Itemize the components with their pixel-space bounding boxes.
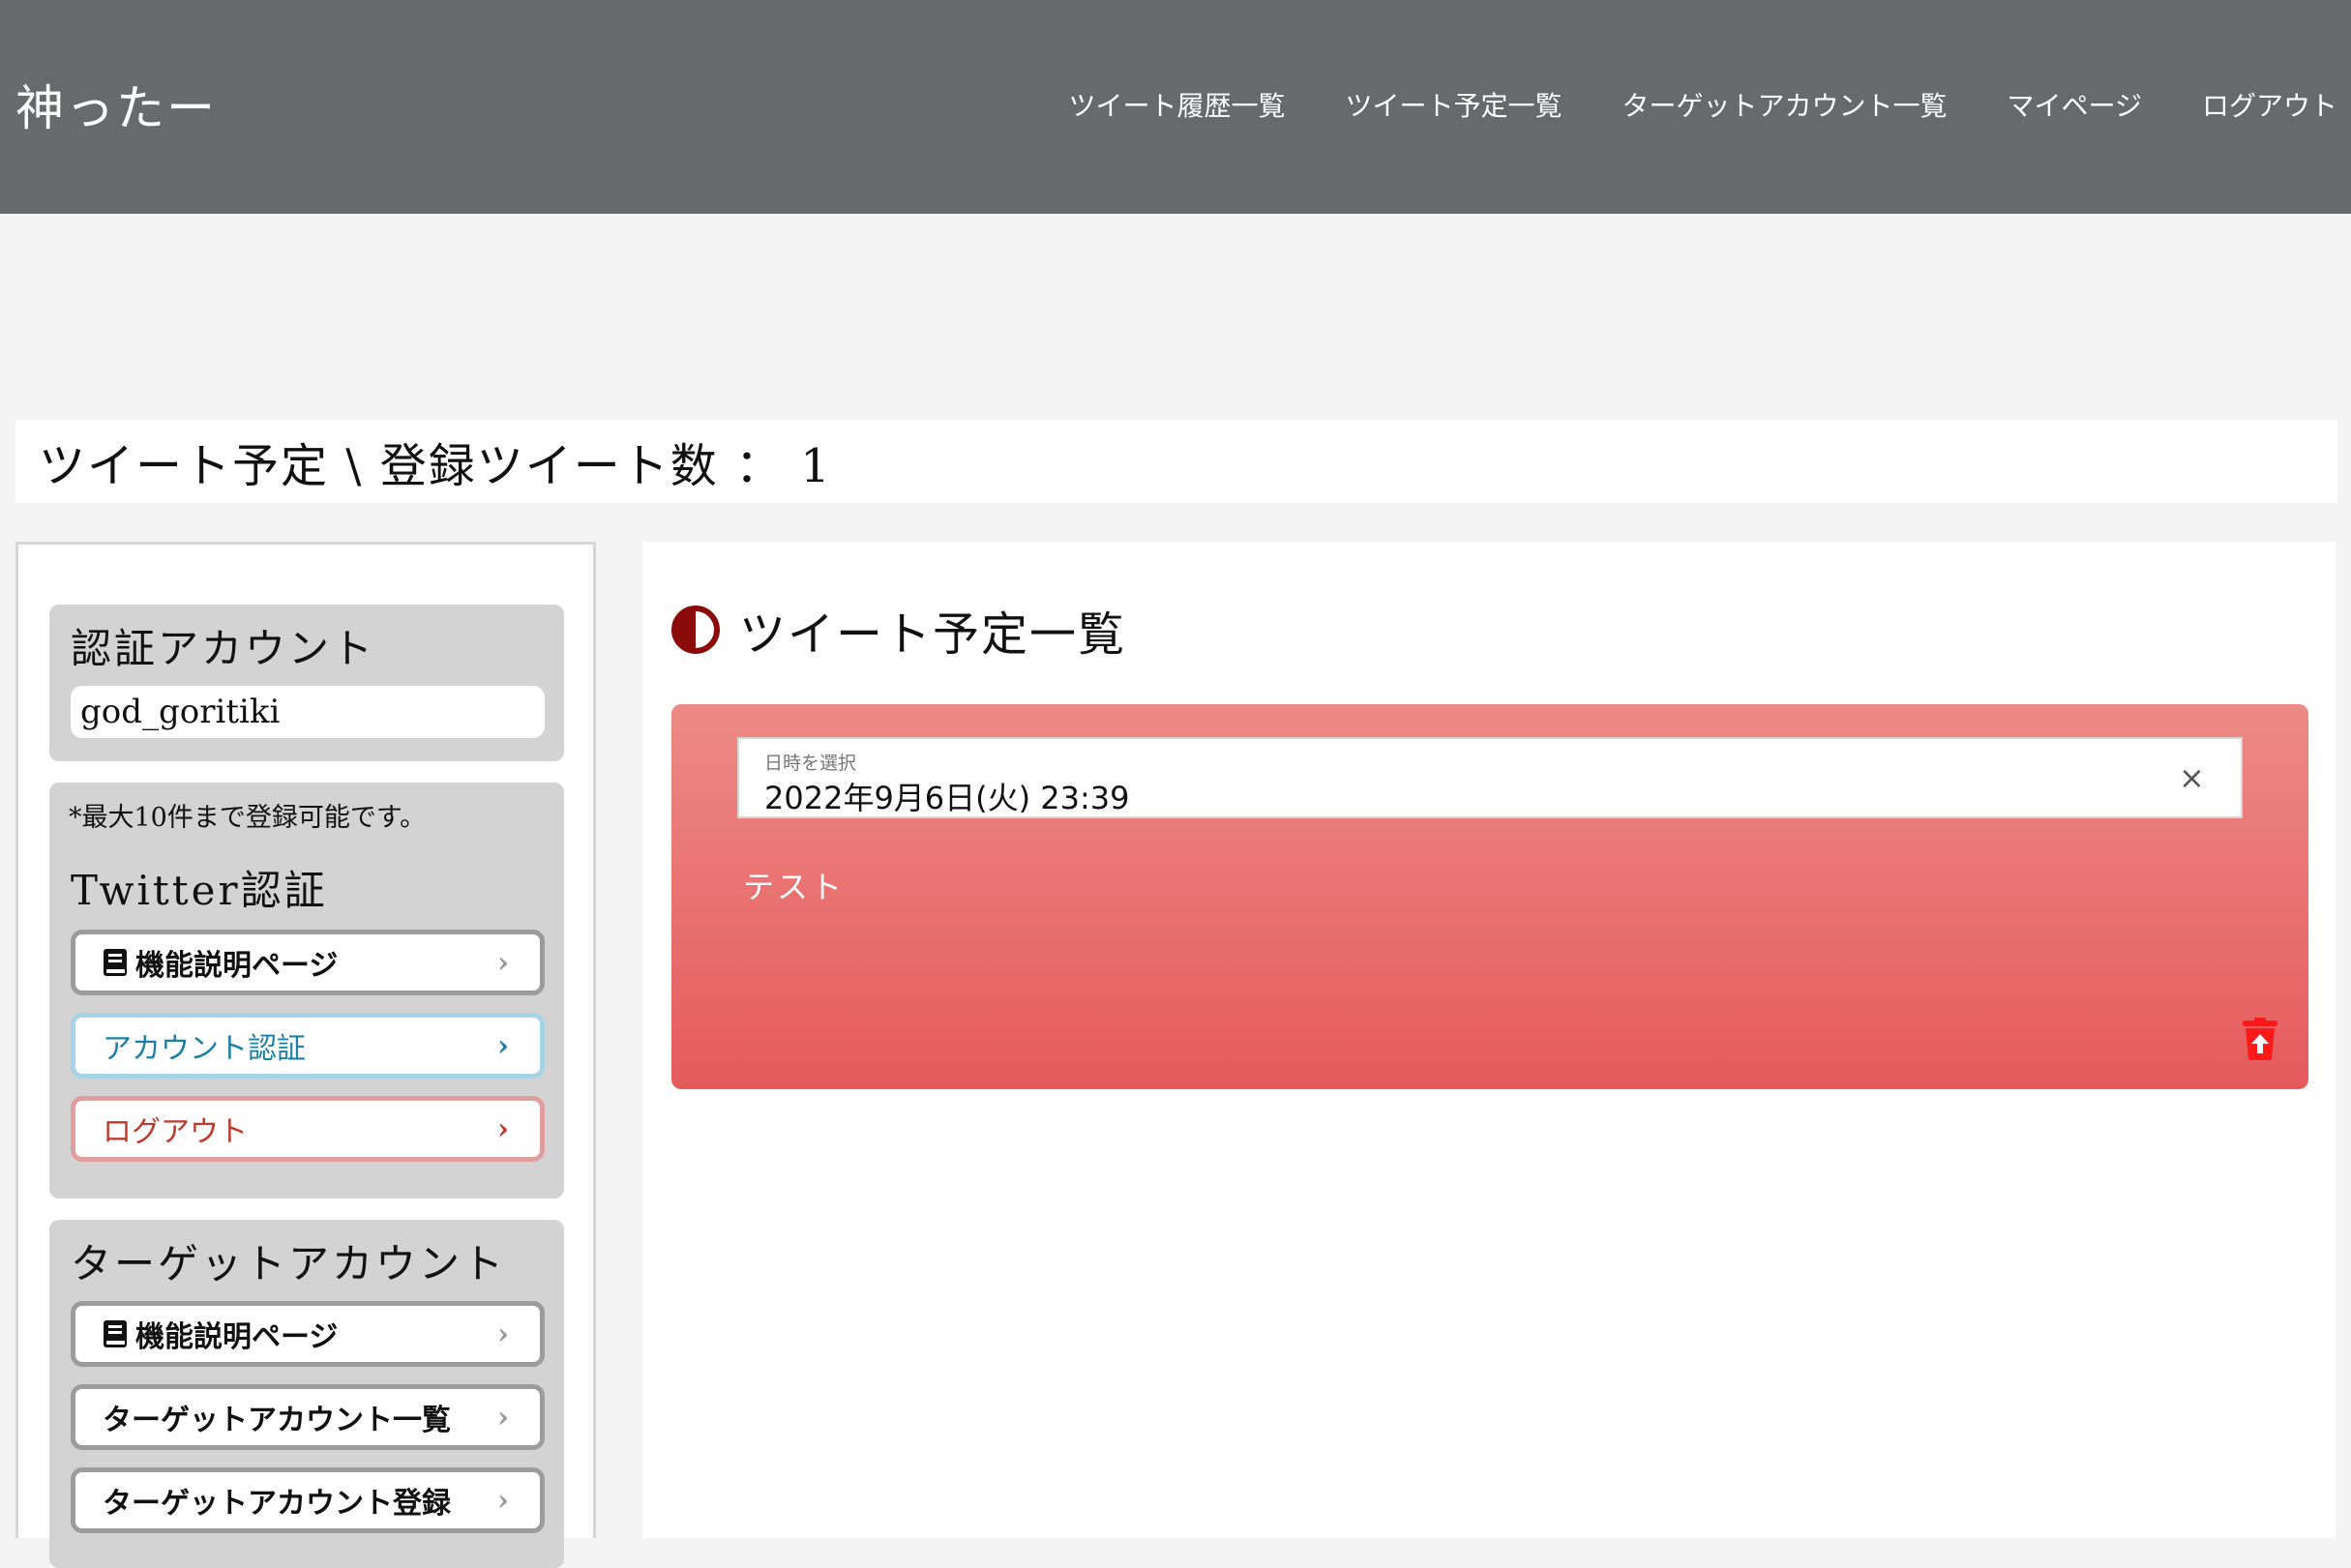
top-navbar: 神ったー ツイート履歴一覧 ツイート予定一覧 ターゲットアカウント一覧 マイペー… xyxy=(0,0,2351,214)
chevron-right-icon: › xyxy=(497,1317,509,1351)
chevron-right-icon: › xyxy=(497,1483,509,1518)
target-account-register-button[interactable]: ターゲットアカウント登録 › xyxy=(71,1467,545,1533)
trash-restore-icon[interactable] xyxy=(2241,1018,2279,1060)
feature-guide-button[interactable]: 機能説明ページ › xyxy=(71,930,545,995)
section-title: ツイート予定一覧 xyxy=(739,607,1127,662)
datetime-label: 日時を選択 xyxy=(764,753,857,774)
twitter-logout-label: ログアウト xyxy=(103,1115,248,1149)
datetime-value: 2022年9月6日(火) 23:39 xyxy=(764,780,1130,816)
scheduled-tweet-card: 日時を選択 2022年9月6日(火) 23:39 × テスト xyxy=(671,704,2308,1089)
auth-account-name: god_goritiki xyxy=(71,686,545,738)
book-icon xyxy=(104,1320,127,1347)
account-auth-label: アカウント認証 xyxy=(103,1032,306,1066)
nav-logout[interactable]: ログアウト xyxy=(2202,85,2337,124)
half-circle-icon xyxy=(671,606,720,654)
chevron-right-icon: › xyxy=(497,945,509,980)
tweet-text: テスト xyxy=(743,869,846,905)
section-header: ツイート予定一覧 xyxy=(671,596,1126,664)
limit-note: *最大10件まで登録可能です。 xyxy=(69,803,427,833)
nav-tweet-history[interactable]: ツイート履歴一覧 xyxy=(1068,85,1285,124)
account-auth-button[interactable]: アカウント認証 › xyxy=(71,1013,545,1079)
page-title: ツイート予定 \ 登録ツイート数 ： 1 xyxy=(39,439,832,493)
chevron-right-icon: › xyxy=(497,1400,509,1435)
twitter-logout-button[interactable]: ログアウト › xyxy=(71,1096,545,1162)
nav-my-page[interactable]: マイページ xyxy=(2008,85,2142,124)
target-account-panel: ターゲットアカウント 機能説明ページ › ターゲットアカウント一覧 › ターゲッ… xyxy=(49,1220,564,1568)
target-account-heading: ターゲットアカウント xyxy=(71,1240,507,1287)
target-account-register-label: ターゲットアカウント登録 xyxy=(103,1487,451,1521)
main-nav: ツイート履歴一覧 ツイート予定一覧 ターゲットアカウント一覧 マイページ ログア… xyxy=(1008,85,2337,124)
auth-account-panel: 認証アカウント god_goritiki xyxy=(49,605,564,761)
target-feature-guide-button[interactable]: 機能説明ページ › xyxy=(71,1301,545,1367)
target-account-list-button[interactable]: ターゲットアカウント一覧 › xyxy=(71,1384,545,1450)
nav-target-accounts[interactable]: ターゲットアカウント一覧 xyxy=(1622,85,1948,124)
target-feature-guide-label: 機能説明ページ xyxy=(135,1320,339,1354)
feature-guide-label: 機能説明ページ xyxy=(135,949,339,983)
brand-logo[interactable]: 神ったー xyxy=(15,70,217,139)
sidebar: 認証アカウント god_goritiki *最大10件まで登録可能です。 Twi… xyxy=(15,542,596,1568)
chevron-right-icon: › xyxy=(497,1111,509,1146)
main-content: ツイート予定一覧 日時を選択 2022年9月6日(火) 23:39 × テスト xyxy=(642,542,2336,1538)
auth-account-heading: 認証アカウント xyxy=(71,625,376,672)
twitter-auth-panel: *最大10件まで登録可能です。 Twitter認証 機能説明ページ › アカウン… xyxy=(49,783,564,1198)
target-account-list-label: ターゲットアカウント一覧 xyxy=(103,1404,451,1437)
chevron-right-icon: › xyxy=(497,1028,509,1063)
book-icon xyxy=(104,949,127,976)
clear-icon[interactable]: × xyxy=(2179,760,2206,795)
page-title-bar: ツイート予定 \ 登録ツイート数 ： 1 xyxy=(15,420,2337,503)
nav-tweet-schedule[interactable]: ツイート予定一覧 xyxy=(1346,85,1562,124)
datetime-picker[interactable]: 日時を選択 2022年9月6日(火) 23:39 × xyxy=(737,737,2243,818)
twitter-auth-heading: Twitter認証 xyxy=(71,867,328,914)
